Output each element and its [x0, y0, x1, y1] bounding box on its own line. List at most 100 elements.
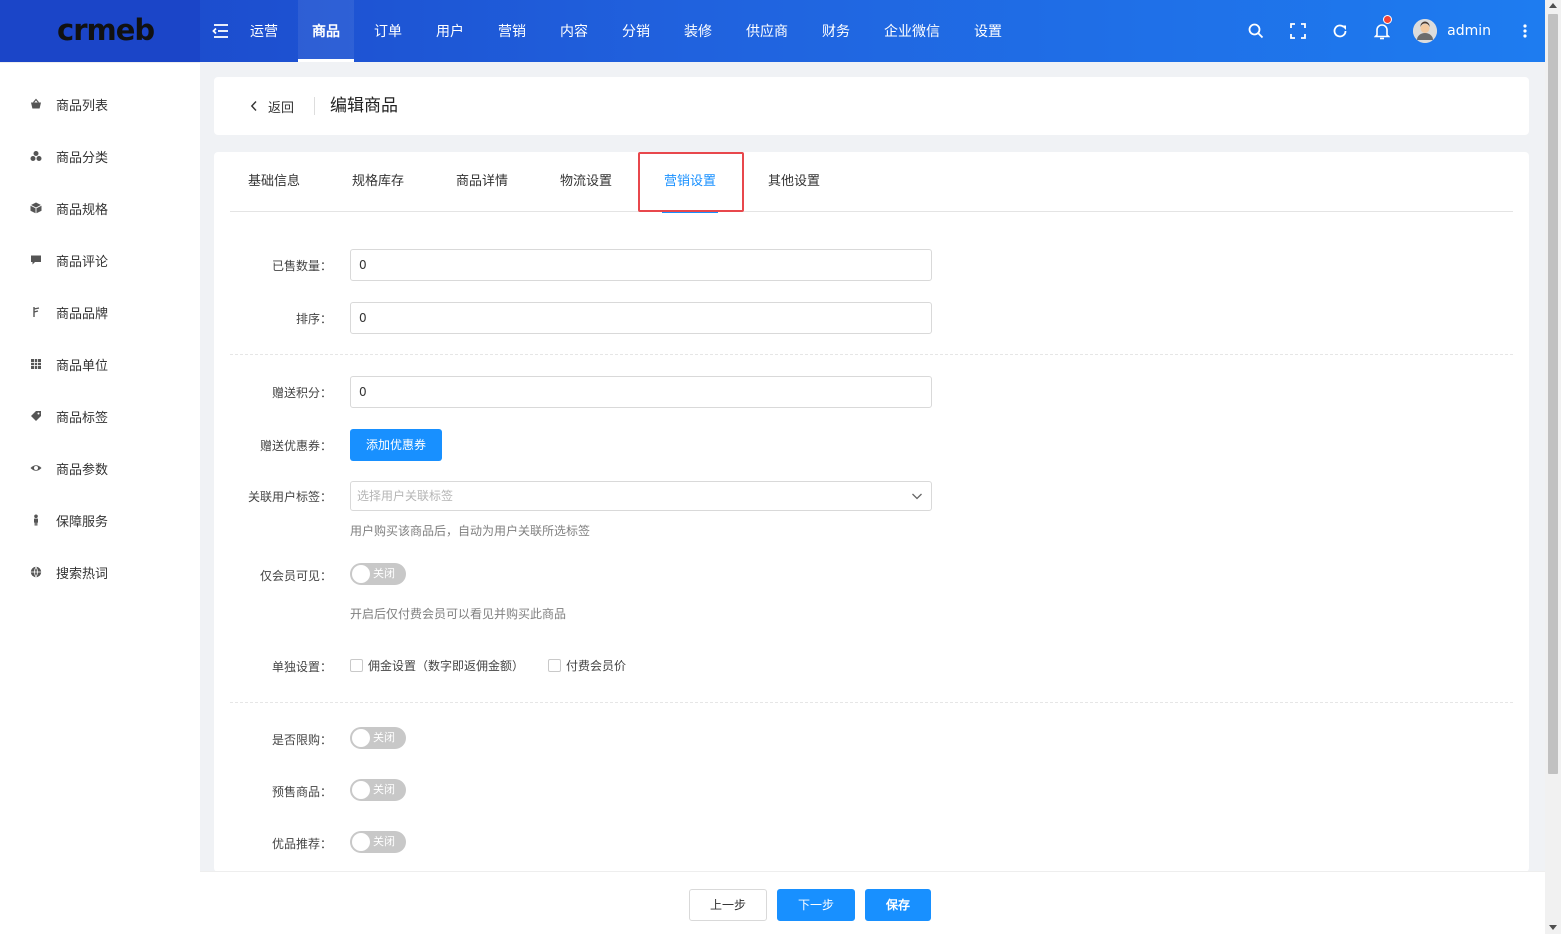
sidebar-item-label: 商品标签: [56, 410, 109, 426]
member-price-checkbox[interactable]: [548, 659, 562, 672]
commission-checkbox-label[interactable]: 佣金设置（数字即返佣金额）: [368, 657, 524, 674]
nav-item-distribution[interactable]: 分销: [608, 0, 664, 62]
tab-spec-stock[interactable]: 规格库存: [350, 152, 406, 212]
purchase-limit-switch[interactable]: 关闭: [350, 727, 406, 749]
presale-switch[interactable]: 关闭: [350, 779, 406, 801]
nav-item-wecom[interactable]: 企业微信: [870, 0, 954, 62]
switch-state: 关闭: [373, 567, 395, 580]
cube-icon: [30, 202, 42, 214]
commission-checkbox[interactable]: [350, 659, 363, 672]
search-icon[interactable]: [1235, 0, 1277, 62]
grid-icon: [30, 358, 42, 370]
member-price-checkbox-label[interactable]: 付费会员价: [566, 657, 626, 674]
scroll-up-arrow-icon[interactable]: [1549, 3, 1557, 8]
presale-label: 预售商品：: [271, 785, 332, 799]
nav-item-finance[interactable]: 财务: [808, 0, 864, 62]
avatar[interactable]: [1413, 19, 1438, 43]
user-tags-hint: 用户购买该商品后，自动为用户关联所选标签: [350, 524, 591, 538]
nav-item-content[interactable]: 内容: [546, 0, 602, 62]
section-divider: [230, 702, 1513, 703]
switch-knob: [352, 729, 370, 747]
nav-item-users[interactable]: 用户: [422, 0, 478, 62]
section-divider: [230, 354, 1513, 355]
logo[interactable]: crmeb: [57, 13, 155, 47]
brand-icon: [30, 306, 42, 318]
nav-item-marketing[interactable]: 营销: [484, 0, 540, 62]
user-tags-select[interactable]: 选择用户关联标签: [350, 481, 932, 511]
nav-item-operations[interactable]: 运营: [236, 0, 292, 62]
nav-item-orders[interactable]: 订单: [360, 0, 416, 62]
category-icon: [30, 150, 42, 162]
separate-settings-options: 佣金设置（数字即返佣金额） 付费会员价: [350, 657, 650, 674]
switch-state: 关闭: [373, 835, 395, 848]
sidebar-item-product-unit[interactable]: 商品单位: [0, 344, 200, 384]
breadcrumb-divider: [314, 97, 315, 115]
sidebar-item-product-list[interactable]: 商品列表: [0, 84, 200, 124]
more-vertical-icon[interactable]: [1513, 0, 1537, 62]
sidebar-item-guarantee-service[interactable]: 保障服务: [0, 500, 200, 540]
fullscreen-icon[interactable]: [1277, 0, 1319, 62]
globe-icon: [30, 566, 42, 578]
user-name[interactable]: admin: [1447, 23, 1491, 39]
sidebar-item-product-params[interactable]: 商品参数: [0, 448, 200, 488]
recommend-switch[interactable]: 关闭: [350, 831, 406, 853]
back-button[interactable]: 返回: [250, 77, 294, 135]
edit-product-form: 基础信息 规格库存 商品详情 物流设置 营销设置 其他设置 已售数量： 0 排序…: [214, 152, 1529, 872]
notification-badge: [1383, 15, 1393, 24]
chevron-left-icon: [250, 101, 257, 111]
sidebar-item-label: 商品单位: [56, 358, 109, 374]
form-footer: 上一步 下一步 保存: [200, 871, 1545, 934]
page-title: 编辑商品: [330, 96, 398, 116]
member-only-label: 仅会员可见：: [259, 569, 332, 583]
switch-knob: [352, 833, 370, 851]
separate-settings-label: 单独设置：: [271, 660, 332, 674]
sidebar-item-label: 商品品牌: [56, 306, 109, 322]
switch-state: 关闭: [373, 783, 395, 796]
refresh-icon[interactable]: [1319, 0, 1361, 62]
save-button[interactable]: 保存: [865, 889, 931, 921]
tab-logistics[interactable]: 物流设置: [558, 152, 614, 212]
scroll-thumb[interactable]: [1548, 14, 1558, 774]
scroll-down-arrow-icon[interactable]: [1549, 925, 1557, 930]
sidebar-item-label: 保障服务: [56, 514, 109, 530]
sidebar-item-product-brand[interactable]: 商品品牌: [0, 292, 200, 332]
chevron-down-icon: [912, 493, 922, 500]
sidebar-item-product-tag[interactable]: 商品标签: [0, 396, 200, 436]
sort-input[interactable]: 0: [350, 302, 932, 334]
sidebar-item-label: 搜索热词: [56, 566, 109, 582]
basket-icon: [30, 98, 42, 110]
gift-points-label: 赠送积分：: [271, 386, 332, 400]
nav-item-suppliers[interactable]: 供应商: [732, 0, 802, 62]
add-coupon-button[interactable]: 添加优惠券: [350, 429, 442, 461]
next-step-button[interactable]: 下一步: [777, 889, 855, 921]
gift-points-input[interactable]: 0: [350, 376, 932, 408]
eye-icon: [30, 462, 42, 474]
notification-bell-icon[interactable]: [1361, 0, 1403, 62]
nav-item-decoration[interactable]: 装修: [670, 0, 726, 62]
sold-count-input[interactable]: 0: [350, 249, 932, 281]
tab-basic-info[interactable]: 基础信息: [246, 152, 302, 212]
prev-step-button[interactable]: 上一步: [689, 889, 767, 921]
switch-knob: [352, 781, 370, 799]
top-nav: 运营 商品 订单 用户 营销 内容 分销 装修 供应商 财务 企业微信 设置: [236, 0, 1022, 62]
tab-marketing[interactable]: 营销设置: [662, 152, 718, 213]
member-only-switch[interactable]: 关闭: [350, 563, 406, 585]
sidebar-item-product-spec[interactable]: 商品规格: [0, 188, 200, 228]
logo-area: crmeb: [0, 0, 200, 62]
tab-product-detail[interactable]: 商品详情: [454, 152, 510, 212]
sidebar-item-label: 商品参数: [56, 462, 109, 478]
nav-item-products[interactable]: 商品: [298, 0, 354, 62]
nav-item-settings[interactable]: 设置: [960, 0, 1016, 62]
menu-toggle-icon[interactable]: [212, 22, 230, 40]
top-header: crmeb 运营 商品 订单 用户 营销 内容 分销 装修 供应商 财务 企业微…: [0, 0, 1545, 62]
sort-label: 排序：: [295, 312, 332, 326]
sidebar-item-product-review[interactable]: 商品评论: [0, 240, 200, 280]
sidebar-item-label: 商品评论: [56, 254, 109, 270]
tab-other[interactable]: 其他设置: [766, 152, 822, 212]
sidebar-item-label: 商品分类: [56, 150, 109, 166]
gift-coupon-label: 赠送优惠券：: [259, 439, 332, 453]
breadcrumb: 返回 编辑商品: [214, 77, 1529, 135]
page-scrollbar[interactable]: [1545, 0, 1561, 934]
sidebar-item-hot-search[interactable]: 搜索热词: [0, 552, 200, 592]
sidebar-item-product-category[interactable]: 商品分类: [0, 136, 200, 176]
